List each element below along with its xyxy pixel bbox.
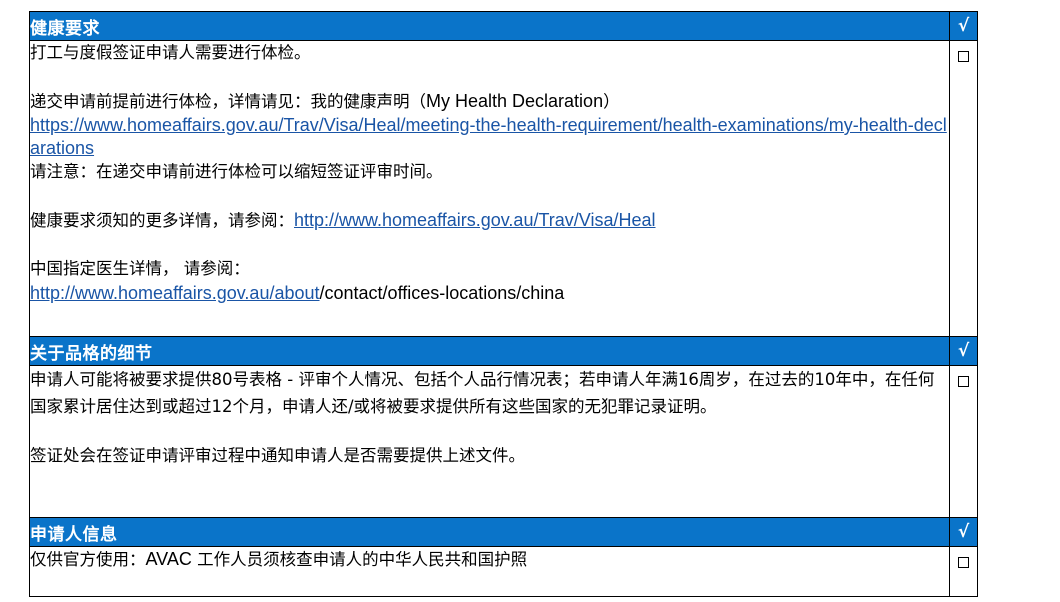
paragraph: 申请人可能将被要求提供80号表格 - 评审个人情况、包括个人品行情况表；若申请人… <box>30 370 935 416</box>
health-requirements-link[interactable]: http://www.homeaffairs.gov.au/Trav/Visa/… <box>294 210 656 230</box>
section-content: 申请人可能将被要求提供80号表格 - 评审个人情况、包括个人品行情况表；若申请人… <box>29 365 950 518</box>
tick-mark: √ <box>949 517 978 547</box>
text: 工作人员须核查申请人的中华人民共和国护照 <box>191 550 528 569</box>
section-header-health: 健康要求 √ <box>29 11 978 41</box>
section-content: 仅供官方使用：AVAC 工作人员须核查申请人的中华人民共和国护照 <box>29 546 950 597</box>
text: AVAC <box>145 549 192 569</box>
checkbox[interactable] <box>958 376 969 387</box>
text: 健康要求须知的更多详情，请参阅： <box>30 211 294 230</box>
tick-mark: √ <box>949 11 978 41</box>
text: 仅供官方使用： <box>30 550 146 569</box>
text: 递交申请前提前进行体检，详情请见：我的健康声明（ <box>30 92 426 111</box>
paragraph: 健康要求须知的更多详情，请参阅：http://www.homeaffairs.g… <box>30 208 949 233</box>
checkbox[interactable] <box>958 557 969 568</box>
text: /contact/offices-locations/china <box>319 283 565 303</box>
offices-locations-link[interactable]: http://www.homeaffairs.gov.au/about <box>30 283 320 303</box>
checkbox[interactable] <box>958 51 969 62</box>
paragraph: 仅供官方使用：AVAC 工作人员须核查申请人的中华人民共和国护照 <box>30 547 949 572</box>
health-declaration-link[interactable]: https://www.homeaffairs.gov.au/Trav/Visa… <box>30 115 947 158</box>
text: ） <box>603 92 620 111</box>
tick-mark: √ <box>949 336 978 366</box>
section-body-character: 申请人可能将被要求提供80号表格 - 评审个人情况、包括个人品行情况表；若申请人… <box>29 365 978 518</box>
section-header-character: 关于品格的细节 √ <box>29 336 978 366</box>
section-title: 健康要求 <box>29 11 950 41</box>
section-title: 申请人信息 <box>29 517 950 547</box>
paragraph: 中国指定医生详情， 请参阅： <box>30 259 250 278</box>
paragraph: 打工与度假签证申请人需要进行体检。 <box>30 43 311 62</box>
checklist-table: 健康要求 √ 打工与度假签证申请人需要进行体检。 递交申请前提前进行体检，详情请… <box>29 11 978 597</box>
paragraph: 签证处会在签证申请评审过程中通知申请人是否需要提供上述文件。 <box>30 446 525 465</box>
document-page: 健康要求 √ 打工与度假签证申请人需要进行体检。 递交申请前提前进行体检，详情请… <box>29 11 978 597</box>
paragraph: 递交申请前提前进行体检，详情请见：我的健康声明（My Health Declar… <box>30 89 949 114</box>
paragraph: 请注意：在递交申请前进行体检可以缩短签证评审时间。 <box>30 162 443 181</box>
checkbox-cell <box>949 40 978 337</box>
section-body-applicant: 仅供官方使用：AVAC 工作人员须核查申请人的中华人民共和国护照 <box>29 546 978 597</box>
checkbox-cell <box>949 365 978 518</box>
paragraph: https://www.homeaffairs.gov.au/Trav/Visa… <box>30 114 949 160</box>
section-content: 打工与度假签证申请人需要进行体检。 递交申请前提前进行体检，详情请见：我的健康声… <box>29 40 950 337</box>
text: My Health Declaration <box>426 91 604 111</box>
section-body-health: 打工与度假签证申请人需要进行体检。 递交申请前提前进行体检，详情请见：我的健康声… <box>29 40 978 337</box>
checkbox-cell <box>949 546 978 597</box>
paragraph: http://www.homeaffairs.gov.au/about/cont… <box>30 281 949 306</box>
section-header-applicant: 申请人信息 √ <box>29 517 978 547</box>
section-title: 关于品格的细节 <box>29 336 950 366</box>
